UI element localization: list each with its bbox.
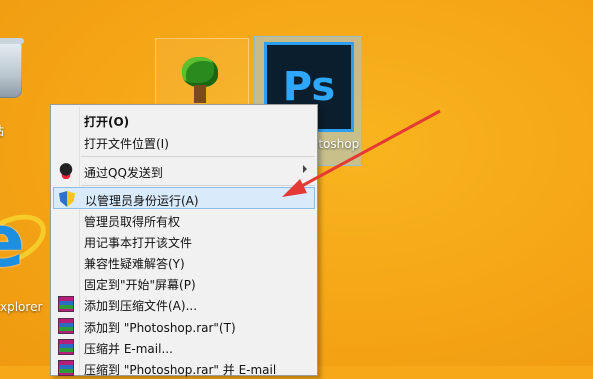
annotation-arrow-shaft <box>297 109 441 190</box>
annotation-arrow <box>282 109 441 197</box>
annotation-arrow-head <box>282 179 307 197</box>
